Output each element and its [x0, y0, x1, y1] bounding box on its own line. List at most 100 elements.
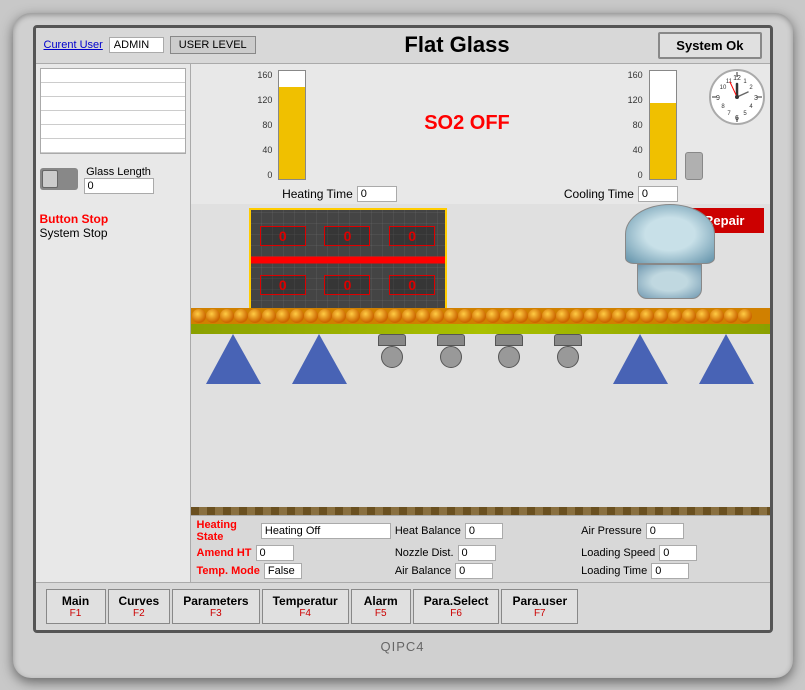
- system-ok-button[interactable]: System Ok: [658, 32, 761, 59]
- time-row: Heating Time Cooling Time: [191, 184, 770, 204]
- svg-text:10: 10: [719, 85, 726, 91]
- left-gauge-scale: 160 120 80 40 0: [257, 70, 274, 180]
- blower-bottom: [637, 264, 702, 299]
- user-level-button[interactable]: USER LEVEL: [170, 36, 256, 54]
- blower-top: [625, 204, 715, 264]
- furnace-box: 0 0 0 0 0 0: [249, 208, 447, 313]
- tab-parameters[interactable]: Parameters F3: [172, 589, 259, 624]
- furnace-cell: 0: [324, 226, 370, 246]
- heat-balance-input[interactable]: [465, 523, 503, 539]
- nozzle-dist-input[interactable]: [458, 545, 496, 561]
- cooling-time-label: Cooling Time: [564, 187, 634, 201]
- tab-alarm[interactable]: Alarm F5: [351, 589, 411, 624]
- tab-para-select[interactable]: Para.Select F6: [413, 589, 500, 624]
- conveyor-bottom: [191, 324, 770, 334]
- burners-row: [191, 334, 770, 384]
- furnace-cell: 0: [389, 275, 435, 295]
- ground-bar: [191, 507, 770, 515]
- loading-speed-label: Loading Speed: [581, 547, 655, 559]
- loading-speed-row: Loading Speed: [581, 545, 763, 561]
- main-content: Glass Length Button Stop System Stop: [36, 64, 770, 582]
- status-bar: Heating State Heat Balance Air Pressure …: [191, 515, 770, 582]
- burner-right: [554, 334, 582, 368]
- furnace-cell: 0: [389, 226, 435, 246]
- table-row: [41, 111, 185, 125]
- furnace-red-bar: [251, 257, 445, 264]
- burner-center-right: [495, 334, 523, 368]
- air-balance-label: Air Balance: [395, 565, 451, 577]
- amend-ht-row: Amend HT: [197, 545, 391, 561]
- table-row: [41, 125, 185, 139]
- tab-temperatur[interactable]: Temperatur F4: [262, 589, 349, 624]
- bottom-nav: Main F1 Curves F2 Parameters F3 Temperat…: [36, 582, 770, 630]
- right-gauge-fill: [650, 103, 676, 179]
- user-input[interactable]: [109, 37, 164, 53]
- current-user-label[interactable]: Curent User: [44, 39, 103, 51]
- burner-center-left: [437, 334, 465, 368]
- top-bar: Curent User USER LEVEL Flat Glass System…: [36, 28, 770, 64]
- heat-balance-row: Heat Balance: [395, 519, 577, 543]
- furnace-cell: 0: [324, 275, 370, 295]
- burner-left: [378, 334, 406, 368]
- air-balance-input[interactable]: [455, 563, 493, 579]
- amend-ht-input[interactable]: [256, 545, 294, 561]
- cooling-time-input[interactable]: [638, 186, 678, 202]
- right-gauge: 160 120 80 40 0: [628, 70, 703, 180]
- right-flame-left: [613, 334, 668, 384]
- temp-mode-input[interactable]: [264, 563, 302, 579]
- heating-time-label: Heating Time: [282, 187, 353, 201]
- heat-balance-label: Heat Balance: [395, 525, 461, 537]
- device-frame: Curent User USER LEVEL Flat Glass System…: [13, 13, 793, 678]
- blower: [625, 204, 715, 299]
- tab-main[interactable]: Main F1: [46, 589, 106, 624]
- right-gauge-bar: [649, 70, 677, 180]
- left-flame-right: [292, 334, 347, 384]
- right-gauge-toggle[interactable]: [685, 152, 703, 180]
- heating-time-input[interactable]: [357, 186, 397, 202]
- heating-state-input[interactable]: [261, 523, 391, 539]
- loading-speed-input[interactable]: [659, 545, 697, 561]
- tab-para-user[interactable]: Para.user F7: [501, 589, 578, 624]
- left-gauge-fill: [279, 87, 305, 179]
- left-gauge: 160 120 80 40 0: [257, 70, 306, 180]
- toggle-knob: [42, 170, 58, 188]
- button-stop-label[interactable]: Button Stop: [40, 212, 186, 226]
- svg-text:3: 3: [754, 95, 758, 102]
- loading-time-input[interactable]: [651, 563, 689, 579]
- furnace-cell: 0: [260, 226, 306, 246]
- heating-state-row: Heating State: [197, 519, 391, 543]
- left-gauge-bar: [278, 70, 306, 180]
- conveyor-top: [191, 308, 770, 324]
- conveyor-balls: [191, 308, 770, 324]
- system-stop-label: System Stop: [40, 226, 186, 240]
- heating-state-label: Heating State: [197, 519, 257, 543]
- center-panel: 12 3 6 9 1 2 4 5 7 8 10 11: [191, 64, 770, 582]
- glass-length-input[interactable]: [84, 178, 154, 194]
- table-row: [41, 139, 185, 153]
- tab-curves[interactable]: Curves F2: [108, 589, 171, 624]
- toggle-switch[interactable]: [40, 168, 78, 190]
- table-row: [41, 83, 185, 97]
- temp-mode-row: Temp. Mode: [197, 563, 391, 579]
- gauges-row: 160 120 80 40 0 SO2 OFF 160: [191, 64, 770, 184]
- loading-time-row: Loading Time: [581, 563, 763, 579]
- left-flame-left: [206, 334, 261, 384]
- svg-text:12: 12: [733, 75, 741, 82]
- svg-text:11: 11: [725, 79, 732, 85]
- nozzle-dist-row: Nozzle Dist.: [395, 545, 577, 561]
- nozzle-dist-label: Nozzle Dist.: [395, 547, 454, 559]
- air-pressure-row: Air Pressure: [581, 519, 763, 543]
- air-pressure-label: Air Pressure: [581, 525, 642, 537]
- amend-ht-label: Amend HT: [197, 547, 252, 559]
- screen: Curent User USER LEVEL Flat Glass System…: [33, 25, 773, 633]
- table-row: [41, 97, 185, 111]
- temp-mode-label: Temp. Mode: [197, 565, 260, 577]
- heating-time-field: Heating Time: [282, 186, 397, 202]
- furnace-top-row: 0 0 0: [251, 226, 445, 246]
- clock-area: 12 3 6 9 1 2 4 5 7 8 10 11: [708, 68, 766, 131]
- glass-length-label: Glass Length: [84, 166, 154, 178]
- svg-text:6: 6: [735, 115, 739, 122]
- air-pressure-input[interactable]: [646, 523, 684, 539]
- clock: 12 3 6 9 1 2 4 5 7 8 10 11: [708, 68, 766, 126]
- furnace-cell: 0: [260, 275, 306, 295]
